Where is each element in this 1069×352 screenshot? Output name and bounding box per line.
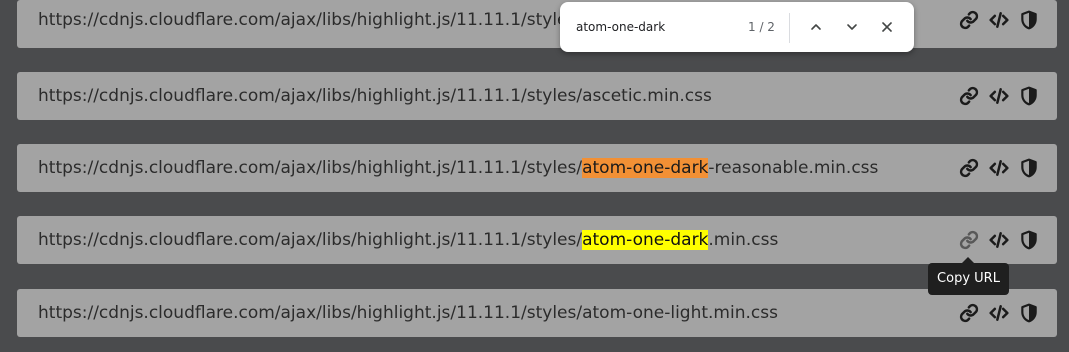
chevron-down-icon — [847, 24, 857, 30]
url-prefix: https://cdnjs.cloudflare.com/ajax/libs/h… — [38, 86, 712, 106]
copy-url-tooltip: Copy URL — [928, 257, 1009, 295]
link-icon[interactable] — [959, 86, 979, 106]
find-bar-divider — [789, 13, 790, 43]
shield-icon[interactable] — [1019, 303, 1039, 323]
url-text: https://cdnjs.cloudflare.com/ajax/libs/h… — [38, 0, 582, 44]
code-icon[interactable] — [989, 86, 1009, 106]
link-icon[interactable] — [959, 303, 979, 323]
code-icon[interactable] — [989, 303, 1009, 323]
url-text: https://cdnjs.cloudflare.com/ajax/libs/h… — [38, 289, 778, 337]
row-actions — [959, 72, 1039, 120]
url-text: https://cdnjs.cloudflare.com/ajax/libs/h… — [38, 72, 712, 120]
row-actions — [959, 0, 1039, 44]
chevron-up-icon — [811, 24, 821, 30]
code-icon[interactable] — [989, 158, 1009, 178]
url-text: https://cdnjs.cloudflare.com/ajax/libs/h… — [38, 216, 778, 264]
shield-icon[interactable] — [1019, 86, 1039, 106]
code-icon[interactable] — [989, 10, 1009, 30]
search-match: atom-one-dark — [582, 230, 709, 250]
find-bar: 1 / 2 — [560, 2, 914, 52]
active-search-match: atom-one-dark — [582, 158, 709, 178]
shield-icon[interactable] — [1019, 158, 1039, 178]
row-actions — [959, 144, 1039, 192]
find-input[interactable] — [576, 16, 736, 38]
url-row: https://cdnjs.cloudflare.com/ajax/libs/h… — [17, 144, 1057, 192]
url-prefix: https://cdnjs.cloudflare.com/ajax/libs/h… — [38, 303, 778, 323]
link-icon[interactable] — [959, 158, 979, 178]
code-icon[interactable] — [989, 230, 1009, 250]
shield-icon[interactable] — [1019, 10, 1039, 30]
link-icon[interactable] — [959, 230, 979, 250]
link-icon[interactable] — [959, 10, 979, 30]
url-row: https://cdnjs.cloudflare.com/ajax/libs/h… — [17, 216, 1057, 264]
close-icon — [882, 22, 892, 32]
url-suffix: -reasonable.min.css — [708, 158, 879, 178]
match-count: 1 / 2 — [748, 20, 775, 34]
url-suffix: .min.css — [708, 230, 779, 250]
url-text: https://cdnjs.cloudflare.com/ajax/libs/h… — [38, 144, 878, 192]
previous-match-button[interactable] — [806, 17, 826, 37]
next-match-button[interactable] — [842, 17, 862, 37]
shield-icon[interactable] — [1019, 230, 1039, 250]
url-prefix: https://cdnjs.cloudflare.com/ajax/libs/h… — [38, 158, 583, 178]
url-prefix: https://cdnjs.cloudflare.com/ajax/libs/h… — [38, 230, 583, 250]
row-actions — [959, 289, 1039, 337]
url-row: https://cdnjs.cloudflare.com/ajax/libs/h… — [17, 289, 1057, 337]
close-find-button[interactable] — [877, 17, 897, 37]
url-row: https://cdnjs.cloudflare.com/ajax/libs/h… — [17, 72, 1057, 120]
url-prefix: https://cdnjs.cloudflare.com/ajax/libs/h… — [38, 10, 583, 30]
